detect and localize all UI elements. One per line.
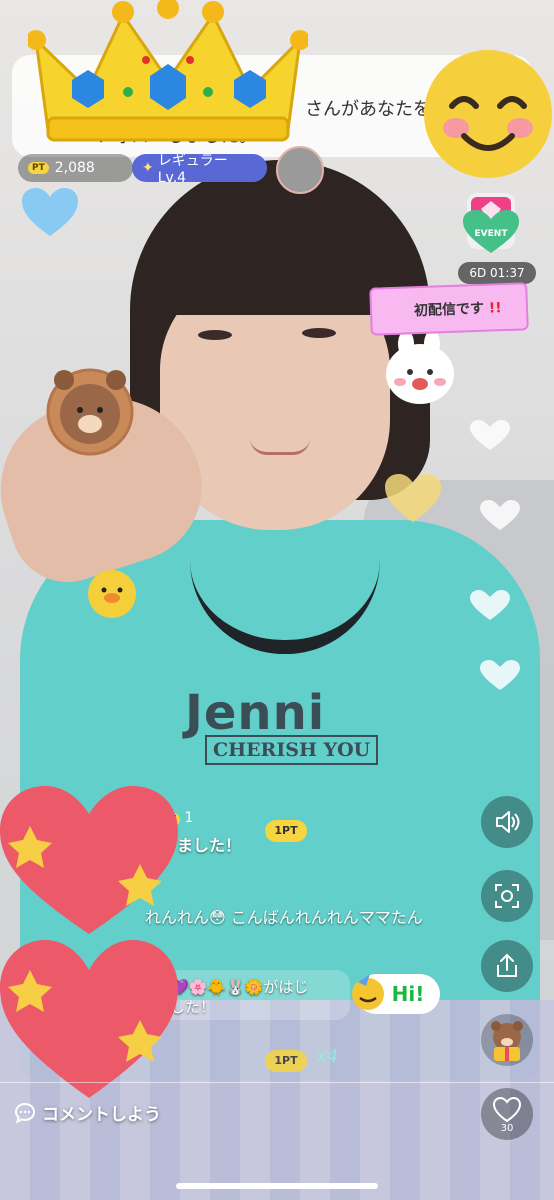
- bunny-sticker-icon: [386, 330, 454, 404]
- chat-pt-value: 1: [184, 810, 194, 826]
- shirt-brand-text: Jenni: [185, 685, 326, 741]
- first-broadcast-text: 初配信です: [413, 300, 485, 320]
- chat-multiplier: x4: [316, 1046, 339, 1067]
- gift-bear-icon: [491, 1021, 523, 1061]
- points-badge[interactable]: PT 2,088: [18, 154, 133, 182]
- speaker-icon: [496, 811, 520, 833]
- points-badge-label: PT: [28, 162, 49, 174]
- speech-bubble-icon: [14, 1102, 36, 1123]
- sound-button[interactable]: [481, 796, 533, 848]
- like-count: 30: [500, 1123, 514, 1134]
- left-eye: [198, 330, 232, 340]
- blue-heart-sticker-icon: [22, 188, 78, 236]
- like-button[interactable]: 30: [481, 1088, 533, 1140]
- first-broadcast-tag: 初配信です !!: [369, 282, 529, 336]
- comment-divider: [0, 1082, 554, 1083]
- floating-hearts-icon: [470, 420, 520, 690]
- share-button[interactable]: [481, 940, 533, 992]
- gift-button[interactable]: [481, 1014, 533, 1066]
- party-face-icon: [352, 974, 384, 1010]
- event-label: EVENT: [474, 229, 508, 239]
- heart-icon: [493, 1097, 521, 1123]
- viewer-avatar[interactable]: [276, 146, 324, 194]
- yellow-heart-sticker-icon: [385, 474, 441, 522]
- follow-notification-text: さんがあなたを: [305, 99, 431, 120]
- crown-sticker-icon: [28, 0, 308, 142]
- shirt-sub-text: CHERISH YOU: [205, 735, 379, 765]
- home-indicator[interactable]: [176, 1183, 378, 1189]
- bear-cookie-sticker-icon: [46, 368, 134, 456]
- comment-input[interactable]: コメントしよう: [14, 1100, 161, 1125]
- hi-text: Hi!: [391, 982, 425, 1006]
- first-broadcast-emphasis: !!: [488, 300, 502, 317]
- capture-icon: [495, 884, 519, 908]
- chick-sticker-icon: [88, 570, 136, 618]
- level-badge[interactable]: ✦ レギュラー Lv.4: [132, 153, 267, 186]
- right-eye: [302, 328, 336, 338]
- level-star-icon: ✦: [142, 160, 154, 176]
- smiling-face-sticker-icon: [424, 50, 552, 178]
- event-button[interactable]: EVENT: [463, 193, 519, 253]
- level-text: レギュラー Lv.4: [157, 153, 228, 186]
- mouth: [250, 438, 310, 455]
- share-icon: [497, 953, 517, 977]
- chat-reward-1: 1PT: [265, 820, 307, 842]
- comment-placeholder: コメントしよう: [42, 1105, 161, 1125]
- capture-button[interactable]: [481, 870, 533, 922]
- points-value: 2,088: [54, 160, 95, 176]
- event-timer: 6D 01:37: [458, 262, 536, 284]
- chat-reward-4: 1PT: [265, 1050, 307, 1072]
- red-heart-sticker-icon: [0, 786, 178, 934]
- red-heart-sticker-2-icon: [0, 940, 178, 1098]
